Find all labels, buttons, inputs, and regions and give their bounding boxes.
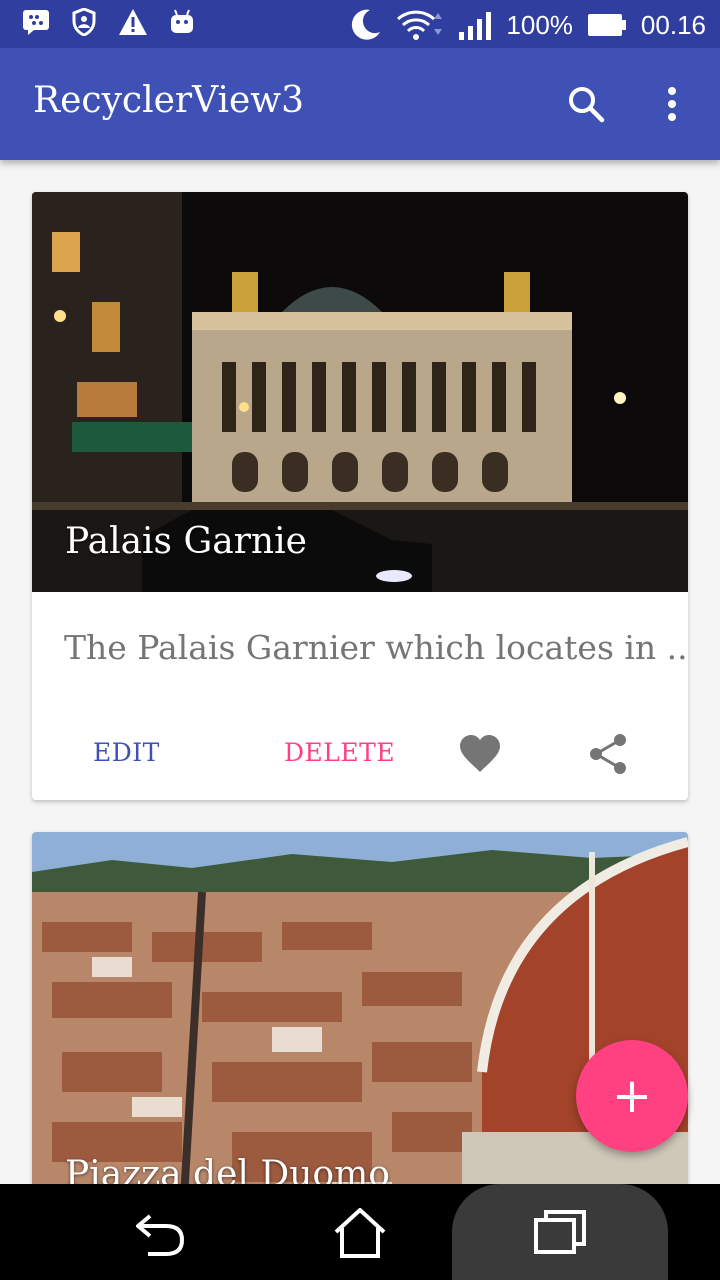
home-icon[interactable] — [330, 1204, 390, 1260]
delete-button[interactable]: DELETE — [284, 738, 395, 767]
card-title: Palais Garnie — [65, 521, 307, 562]
app-bar: RecyclerView3 — [0, 48, 720, 160]
shield-icon — [72, 8, 96, 36]
android-icon — [171, 9, 193, 33]
card-palais-garnier[interactable]: Palais Garnie The Palais Garnier which l… — [32, 192, 688, 800]
signal-icon — [459, 12, 492, 40]
card-title: Piazza del Duomo — [65, 1154, 390, 1184]
share-icon[interactable] — [584, 730, 632, 778]
search-icon — [569, 87, 605, 123]
moon-icon — [352, 9, 381, 40]
wifi-icon — [397, 10, 443, 40]
card-image: Palais Garnie — [32, 192, 688, 592]
card-description: The Palais Garnier which locates in ... — [64, 628, 688, 667]
warning-icon — [119, 9, 147, 35]
more-vert-icon — [668, 87, 676, 121]
bbm-icon — [23, 10, 49, 35]
search-button[interactable] — [564, 82, 608, 126]
status-bar: 100% 00.16 — [0, 0, 720, 48]
battery-percent: 100% — [506, 9, 573, 40]
recycler-list[interactable]: Palais Garnie The Palais Garnier which l… — [0, 160, 720, 1184]
plus-icon: + — [611, 1068, 653, 1124]
battery-icon — [587, 14, 626, 36]
recents-icon[interactable] — [530, 1204, 590, 1260]
overflow-menu-button[interactable] — [650, 82, 694, 126]
app-title: RecyclerView3 — [33, 80, 305, 121]
card-actions: EDIT DELETE — [32, 722, 688, 782]
heart-icon[interactable] — [456, 730, 504, 778]
clock: 00.16 — [640, 9, 706, 40]
add-fab-button[interactable]: + — [576, 1040, 688, 1152]
navigation-bar — [0, 1184, 720, 1280]
back-icon[interactable] — [130, 1204, 190, 1260]
edit-button[interactable]: EDIT — [93, 738, 160, 767]
